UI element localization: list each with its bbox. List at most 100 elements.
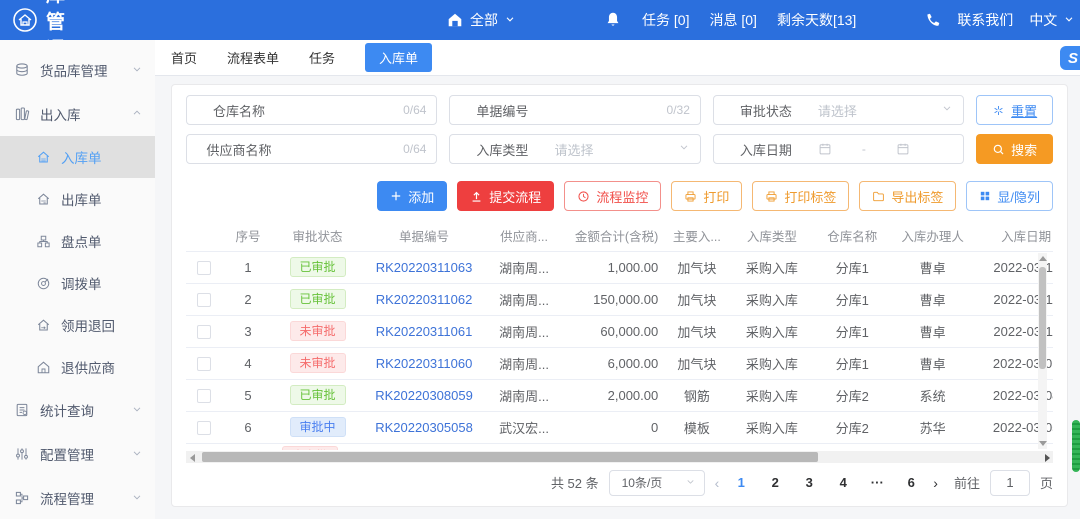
row-checkbox[interactable] — [197, 293, 211, 307]
sidebar-item-label: 入库单 — [61, 147, 102, 167]
sidebar-item-outbound-orders[interactable]: 出库单 — [0, 178, 155, 220]
page-number-4[interactable]: 4 — [831, 475, 855, 490]
chevron-down-icon — [131, 491, 143, 506]
cell-seq: 2 — [223, 283, 273, 315]
scroll-right-arrow-icon[interactable] — [1045, 454, 1050, 462]
page-number-6[interactable]: 6 — [899, 475, 923, 490]
sidebar-group-goods[interactable]: 货品库管理 — [0, 48, 155, 92]
page-size-select[interactable]: 10条/页 — [609, 470, 705, 496]
contact-us-link[interactable]: 联系我们 — [957, 10, 1013, 30]
inbound-orders-card: 仓库名称 0/64 单据编号 0/32 审批状态 请选择 — [171, 84, 1068, 507]
cell-type: 采购入库 — [729, 379, 814, 411]
show-hide-columns-label: 显/隐列 — [997, 187, 1040, 206]
page-number-2[interactable]: 2 — [763, 475, 787, 490]
reset-button[interactable]: 重置 — [976, 95, 1053, 125]
search-button[interactable]: 搜索 — [976, 134, 1053, 164]
char-counter: 0/64 — [403, 103, 426, 117]
add-button[interactable]: 添加 — [377, 181, 447, 211]
sparkle-icon — [992, 104, 1005, 117]
chevron-down-icon — [678, 140, 690, 158]
scroll-up-arrow-icon[interactable] — [1039, 256, 1047, 261]
page-number-1[interactable]: 1 — [729, 475, 753, 490]
sidebar-group-statistics[interactable]: 统计查询 — [0, 388, 155, 432]
target-icon — [36, 276, 51, 291]
tab-home[interactable]: 首页 — [171, 48, 197, 67]
prev-page-button[interactable]: ‹ — [715, 475, 720, 491]
page-number-3[interactable]: 3 — [797, 475, 821, 490]
row-checkbox[interactable] — [197, 421, 211, 435]
print-tags-button[interactable]: 打印标签 — [752, 181, 849, 211]
warehouse-name-field[interactable]: 仓库名称 0/64 — [186, 95, 437, 125]
field-label: 单据编号 — [450, 101, 554, 120]
vertical-scrollbar-thumb[interactable] — [1039, 267, 1046, 369]
col-入库类型: 入库类型 — [729, 221, 814, 251]
show-hide-columns-button[interactable]: 显/隐列 — [966, 181, 1053, 211]
doc-number-link[interactable]: RK20220311060 — [376, 356, 473, 371]
doc-number-link[interactable]: RK20220311063 — [376, 260, 473, 275]
sliders-icon — [14, 446, 30, 462]
print-button[interactable]: 打印 — [671, 181, 742, 211]
pagination: 共 52 条 10条/页 ‹ 1 2 3 4 ··· 6 — [186, 463, 1053, 503]
cell-seq: 1 — [223, 251, 273, 283]
sidebar-item-return-supplier[interactable]: 退供应商 — [0, 346, 155, 388]
horizontal-scrollbar[interactable] — [186, 451, 1053, 463]
sidebar-group-workflow[interactable]: 流程管理 — [0, 476, 155, 519]
bell-icon[interactable] — [604, 11, 622, 29]
sidebar-group-inout[interactable]: 出入库 — [0, 92, 155, 136]
goto-page-input[interactable] — [990, 470, 1030, 496]
scope-selector[interactable]: 全部 — [446, 10, 516, 30]
messages-menu[interactable]: 消息 [0] — [709, 10, 756, 30]
tab-flow-forms[interactable]: 流程表单 — [227, 48, 279, 67]
field-label: 供应商名称 — [187, 140, 291, 159]
row-checkbox[interactable] — [197, 261, 211, 275]
sidebar-item-requisition-return[interactable]: 领用退回 — [0, 304, 155, 346]
row-checkbox[interactable] — [197, 389, 211, 403]
col-入库办理人: 入库办理人 — [890, 221, 975, 251]
inbound-type-select[interactable]: 入库类型 请选择 — [449, 134, 700, 164]
doc-number-link[interactable]: RK20220311061 — [376, 324, 473, 339]
next-page-button[interactable]: › — [933, 475, 938, 491]
sidebar-item-transfer-orders[interactable]: 调拨单 — [0, 262, 155, 304]
add-label: 添加 — [408, 187, 434, 206]
doc-number-link[interactable]: RK20220305058 — [375, 420, 473, 435]
vertical-scrollbar[interactable] — [1038, 253, 1047, 449]
page-ellipsis[interactable]: ··· — [865, 475, 889, 490]
tab-tasks[interactable]: 任务 — [309, 48, 335, 67]
flow-monitor-button[interactable]: 流程监控 — [564, 181, 661, 211]
doc-number-link[interactable]: RK20220311062 — [376, 292, 473, 307]
printer-icon — [684, 190, 697, 203]
field-label: 入库类型 — [450, 140, 554, 159]
row-checkbox[interactable] — [197, 357, 211, 371]
sidebar-group-configuration[interactable]: 配置管理 — [0, 432, 155, 476]
sidebar-item-inbound-orders[interactable]: 入库单 — [0, 136, 155, 178]
cell-warehouse: 分库2 — [814, 411, 890, 443]
search-icon — [992, 143, 1005, 156]
cell-supplier: 武汉宏... — [486, 411, 562, 443]
supplier-name-field[interactable]: 供应商名称 0/64 — [186, 134, 437, 164]
export-tags-button[interactable]: 导出标签 — [859, 181, 956, 211]
cell-supplier: 湖南周... — [486, 251, 562, 283]
table-header-row: 序号 审批状态 单据编号 供应商... 金额合计(含税) 主要入... 入库类型… — [186, 221, 1053, 251]
tasks-menu[interactable]: 任务 [0] — [642, 10, 689, 30]
submit-flow-button[interactable]: 提交流程 — [457, 181, 554, 211]
row-checkbox[interactable] — [197, 325, 211, 339]
browser-scrollbar-thumb[interactable] — [1072, 420, 1080, 472]
language-label: 中文 — [1029, 10, 1057, 30]
printer-icon — [765, 190, 778, 203]
sidebar: 货品库管理 出入库 入库单 — [0, 40, 155, 519]
inbound-date-range[interactable]: 入库日期 - — [713, 134, 964, 164]
doc-number-field[interactable]: 单据编号 0/32 — [449, 95, 700, 125]
sidebar-item-stocktake-orders[interactable]: 盘点单 — [0, 220, 155, 262]
doc-number-link[interactable]: RK20220308059 — [375, 388, 473, 403]
language-selector[interactable]: 中文 — [1029, 10, 1075, 30]
cell-amount: 1,000.00 — [562, 251, 664, 283]
sidebar-item-label: 盘点单 — [61, 231, 102, 251]
scroll-left-arrow-icon[interactable] — [190, 454, 195, 462]
approval-status-select[interactable]: 审批状态 请选择 — [713, 95, 964, 125]
scroll-down-arrow-icon[interactable] — [1039, 441, 1047, 446]
cell-amount: 6,000.00 — [562, 347, 664, 379]
tab-inbound-orders[interactable]: 入库单 — [365, 43, 432, 72]
horizontal-scrollbar-thumb[interactable] — [202, 452, 818, 462]
assistant-float-button[interactable]: S — [1060, 46, 1080, 70]
home-icon — [446, 11, 464, 29]
